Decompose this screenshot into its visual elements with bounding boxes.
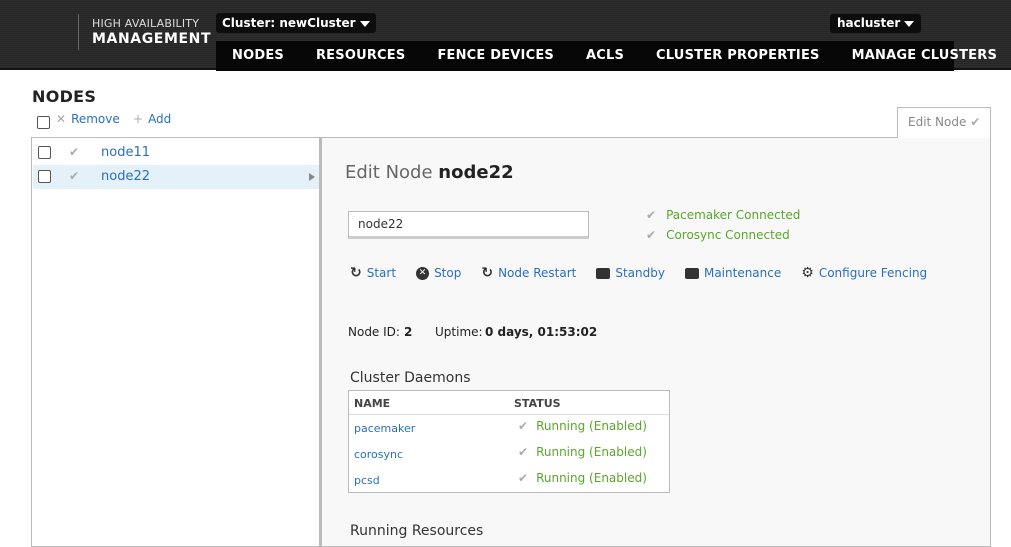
maintenance-button-label: Maintenance — [703, 266, 782, 280]
remove-button[interactable]: ✕ Remove — [56, 112, 120, 126]
user-name: hacluster — [837, 16, 901, 30]
app-header: HIGH AVAILABILITY MANAGEMENT Cluster: ne… — [0, 0, 1011, 71]
refresh-icon: ↻ — [481, 265, 494, 281]
list-item[interactable]: ✔ node11 — [33, 141, 319, 165]
node-restart-button[interactable]: ↻ Node Restart — [481, 265, 576, 281]
node-checkbox[interactable] — [38, 170, 51, 183]
start-button-label: Start — [366, 266, 397, 280]
uptime-label: Uptime: — [435, 325, 483, 339]
daemon-status: ✔ Running (Enabled) — [518, 419, 647, 433]
logo-title-line2: MANAGEMENT — [92, 31, 212, 47]
node-id-value: 2 — [404, 325, 413, 339]
check-icon: ✔ — [646, 208, 657, 222]
check-icon: ✔ — [69, 169, 80, 183]
corosync-status-text: Corosync Connected — [666, 228, 790, 242]
check-icon: ✔ — [646, 228, 657, 242]
edit-title-node-name: node22 — [438, 162, 514, 183]
node-name-link[interactable]: node11 — [101, 145, 150, 160]
tab-nodes[interactable]: NODES — [216, 41, 300, 71]
check-icon: ✔ — [518, 419, 529, 433]
running-resources-heading: Running Resources — [350, 523, 484, 539]
start-button[interactable]: ↻ Start — [350, 265, 396, 281]
chevron-down-icon — [359, 20, 370, 27]
tab-acls[interactable]: ACLS — [570, 41, 640, 71]
node-list: ✔ node11 ✔ node22 — [31, 137, 320, 547]
select-all-checkbox[interactable] — [37, 116, 50, 129]
check-icon: ✔ — [518, 471, 529, 485]
main-nav: NODES RESOURCES FENCE DEVICES ACLS CLUST… — [216, 41, 997, 71]
stop-circle-icon: ✕ — [416, 266, 430, 280]
node-name-field[interactable] — [348, 211, 589, 239]
tab-fence-devices[interactable]: FENCE DEVICES — [421, 41, 570, 71]
refresh-icon: ↻ — [350, 265, 362, 281]
edit-node-tab[interactable]: Edit Node ✔ — [897, 107, 991, 138]
daemon-status-text: Running (Enabled) — [536, 471, 647, 485]
tab-cluster-properties[interactable]: CLUSTER PROPERTIES — [640, 41, 836, 71]
corosync-status: ✔ Corosync Connected — [646, 228, 790, 242]
add-button-label: Add — [148, 112, 172, 126]
node-name-link[interactable]: node22 — [101, 169, 150, 184]
daemon-status: ✔ Running (Enabled) — [518, 445, 647, 459]
cluster-daemons-heading: Cluster Daemons — [350, 370, 471, 386]
column-header-name: NAME — [354, 397, 391, 410]
maintenance-button[interactable]: Maintenance — [684, 265, 782, 281]
check-icon: ✔ — [518, 445, 529, 459]
tab-manage-clusters[interactable]: MANAGE CLUSTERS — [836, 41, 1011, 71]
pacemaker-status-text: Pacemaker Connected — [666, 208, 801, 222]
logo-title-line1: HIGH AVAILABILITY — [92, 17, 200, 30]
header-divider — [349, 414, 669, 415]
server-icon — [684, 267, 699, 279]
cluster-selector-label: Cluster: newCluster — [222, 16, 356, 30]
pacemaker-status: ✔ Pacemaker Connected — [646, 208, 800, 222]
cluster-daemons-table: NAME STATUS pacemaker ✔ Running (Enabled)… — [348, 390, 670, 493]
standby-button[interactable]: Standby — [596, 265, 665, 281]
column-header-status: STATUS — [514, 397, 561, 410]
node-id-label: Node ID: — [348, 325, 400, 339]
list-item[interactable]: ✔ node22 — [33, 165, 319, 189]
configure-fencing-button-label: Configure Fencing — [818, 266, 928, 280]
edit-node-tab-label: Edit Node — [908, 115, 967, 129]
standby-button-label: Standby — [615, 266, 665, 280]
logo-divider — [78, 14, 79, 50]
stop-button[interactable]: ✕ Stop — [416, 265, 461, 281]
node-restart-button-label: Node Restart — [498, 266, 577, 280]
chevron-down-icon — [904, 20, 915, 27]
cluster-selector[interactable]: Cluster: newCluster — [216, 13, 376, 33]
daemon-name-link[interactable]: corosync — [354, 448, 403, 461]
remove-button-label: Remove — [71, 112, 120, 126]
stop-button-label: Stop — [434, 266, 462, 280]
page-title: NODES — [32, 87, 97, 106]
daemon-status: ✔ Running (Enabled) — [518, 471, 647, 485]
daemon-status-text: Running (Enabled) — [536, 445, 647, 459]
user-menu[interactable]: hacluster — [830, 14, 922, 33]
edit-title-prefix: Edit Node — [345, 162, 433, 183]
server-icon — [596, 267, 611, 279]
plus-icon: + — [133, 112, 144, 126]
uptime-value: 0 days, 01:53:02 — [485, 325, 598, 339]
add-button[interactable]: + Add — [133, 112, 171, 126]
daemon-name-link[interactable]: pacemaker — [354, 422, 415, 435]
daemon-status-text: Running (Enabled) — [536, 419, 647, 433]
daemon-name-link[interactable]: pcsd — [354, 474, 380, 487]
chevron-right-icon — [309, 173, 315, 181]
check-icon: ✔ — [69, 145, 80, 159]
node-checkbox[interactable] — [38, 146, 51, 159]
configure-fencing-button[interactable]: ⚙ Configure Fencing — [801, 265, 927, 281]
check-icon: ✔ — [970, 115, 981, 129]
close-icon: ✕ — [56, 112, 67, 126]
edit-node-title: Edit Node node22 — [345, 162, 514, 183]
gear-icon: ⚙ — [801, 265, 814, 281]
node-action-bar: ↻ Start ✕ Stop ↻ Node Restart Standby Maint… — [350, 265, 947, 281]
tab-resources[interactable]: RESOURCES — [300, 41, 421, 71]
